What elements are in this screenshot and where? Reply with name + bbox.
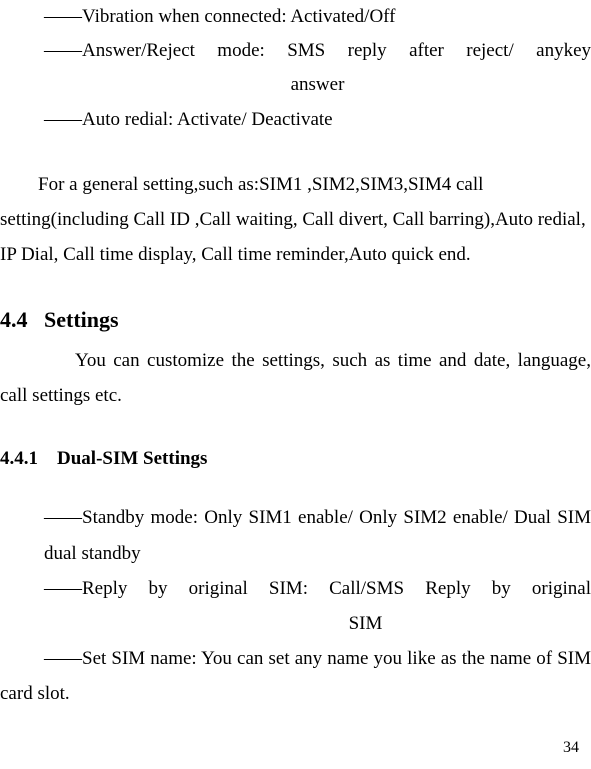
page-number: 34 (563, 739, 579, 757)
subsection-number: 4.4.1 (0, 448, 38, 469)
general-setting-text: For a general setting,such as:SIM1 ,SIM2… (0, 174, 586, 265)
list-item-auto-redial: ——Auto redial: Activate/ Deactivate (44, 103, 591, 137)
subsection-heading: 4.4.1 Dual-SIM Settings (0, 448, 591, 470)
set-sim-name-text: ――Set SIM name: You can set any name you… (0, 648, 591, 704)
section-intro: You can customize the settings, such as … (0, 343, 591, 413)
list-item-vibration: ——Vibration when connected: Activated/Of… (44, 0, 591, 34)
reply-original-item-cont: SIM (140, 606, 591, 641)
reply-original-item: ――Reply by original SIM: Call/SMS Reply … (44, 571, 591, 606)
section-title: Settings (44, 307, 119, 332)
section-heading: 4.4 Settings (0, 307, 591, 333)
list-item-answer-reject: ——Answer/Reject mode: SMS reply after re… (44, 34, 591, 68)
subsection-title: Dual-SIM Settings (57, 448, 207, 469)
section-number: 4.4 (0, 307, 28, 332)
general-setting-paragraph: For a general setting,such as:SIM1 ,SIM2… (0, 167, 591, 272)
set-sim-name-item: ――Set SIM name: You can set any name you… (0, 641, 591, 711)
standby-mode-item: ――Standby mode: Only SIM1 enable/ Only S… (44, 500, 591, 570)
list-item-answer-reject-cont: answer (44, 68, 591, 102)
